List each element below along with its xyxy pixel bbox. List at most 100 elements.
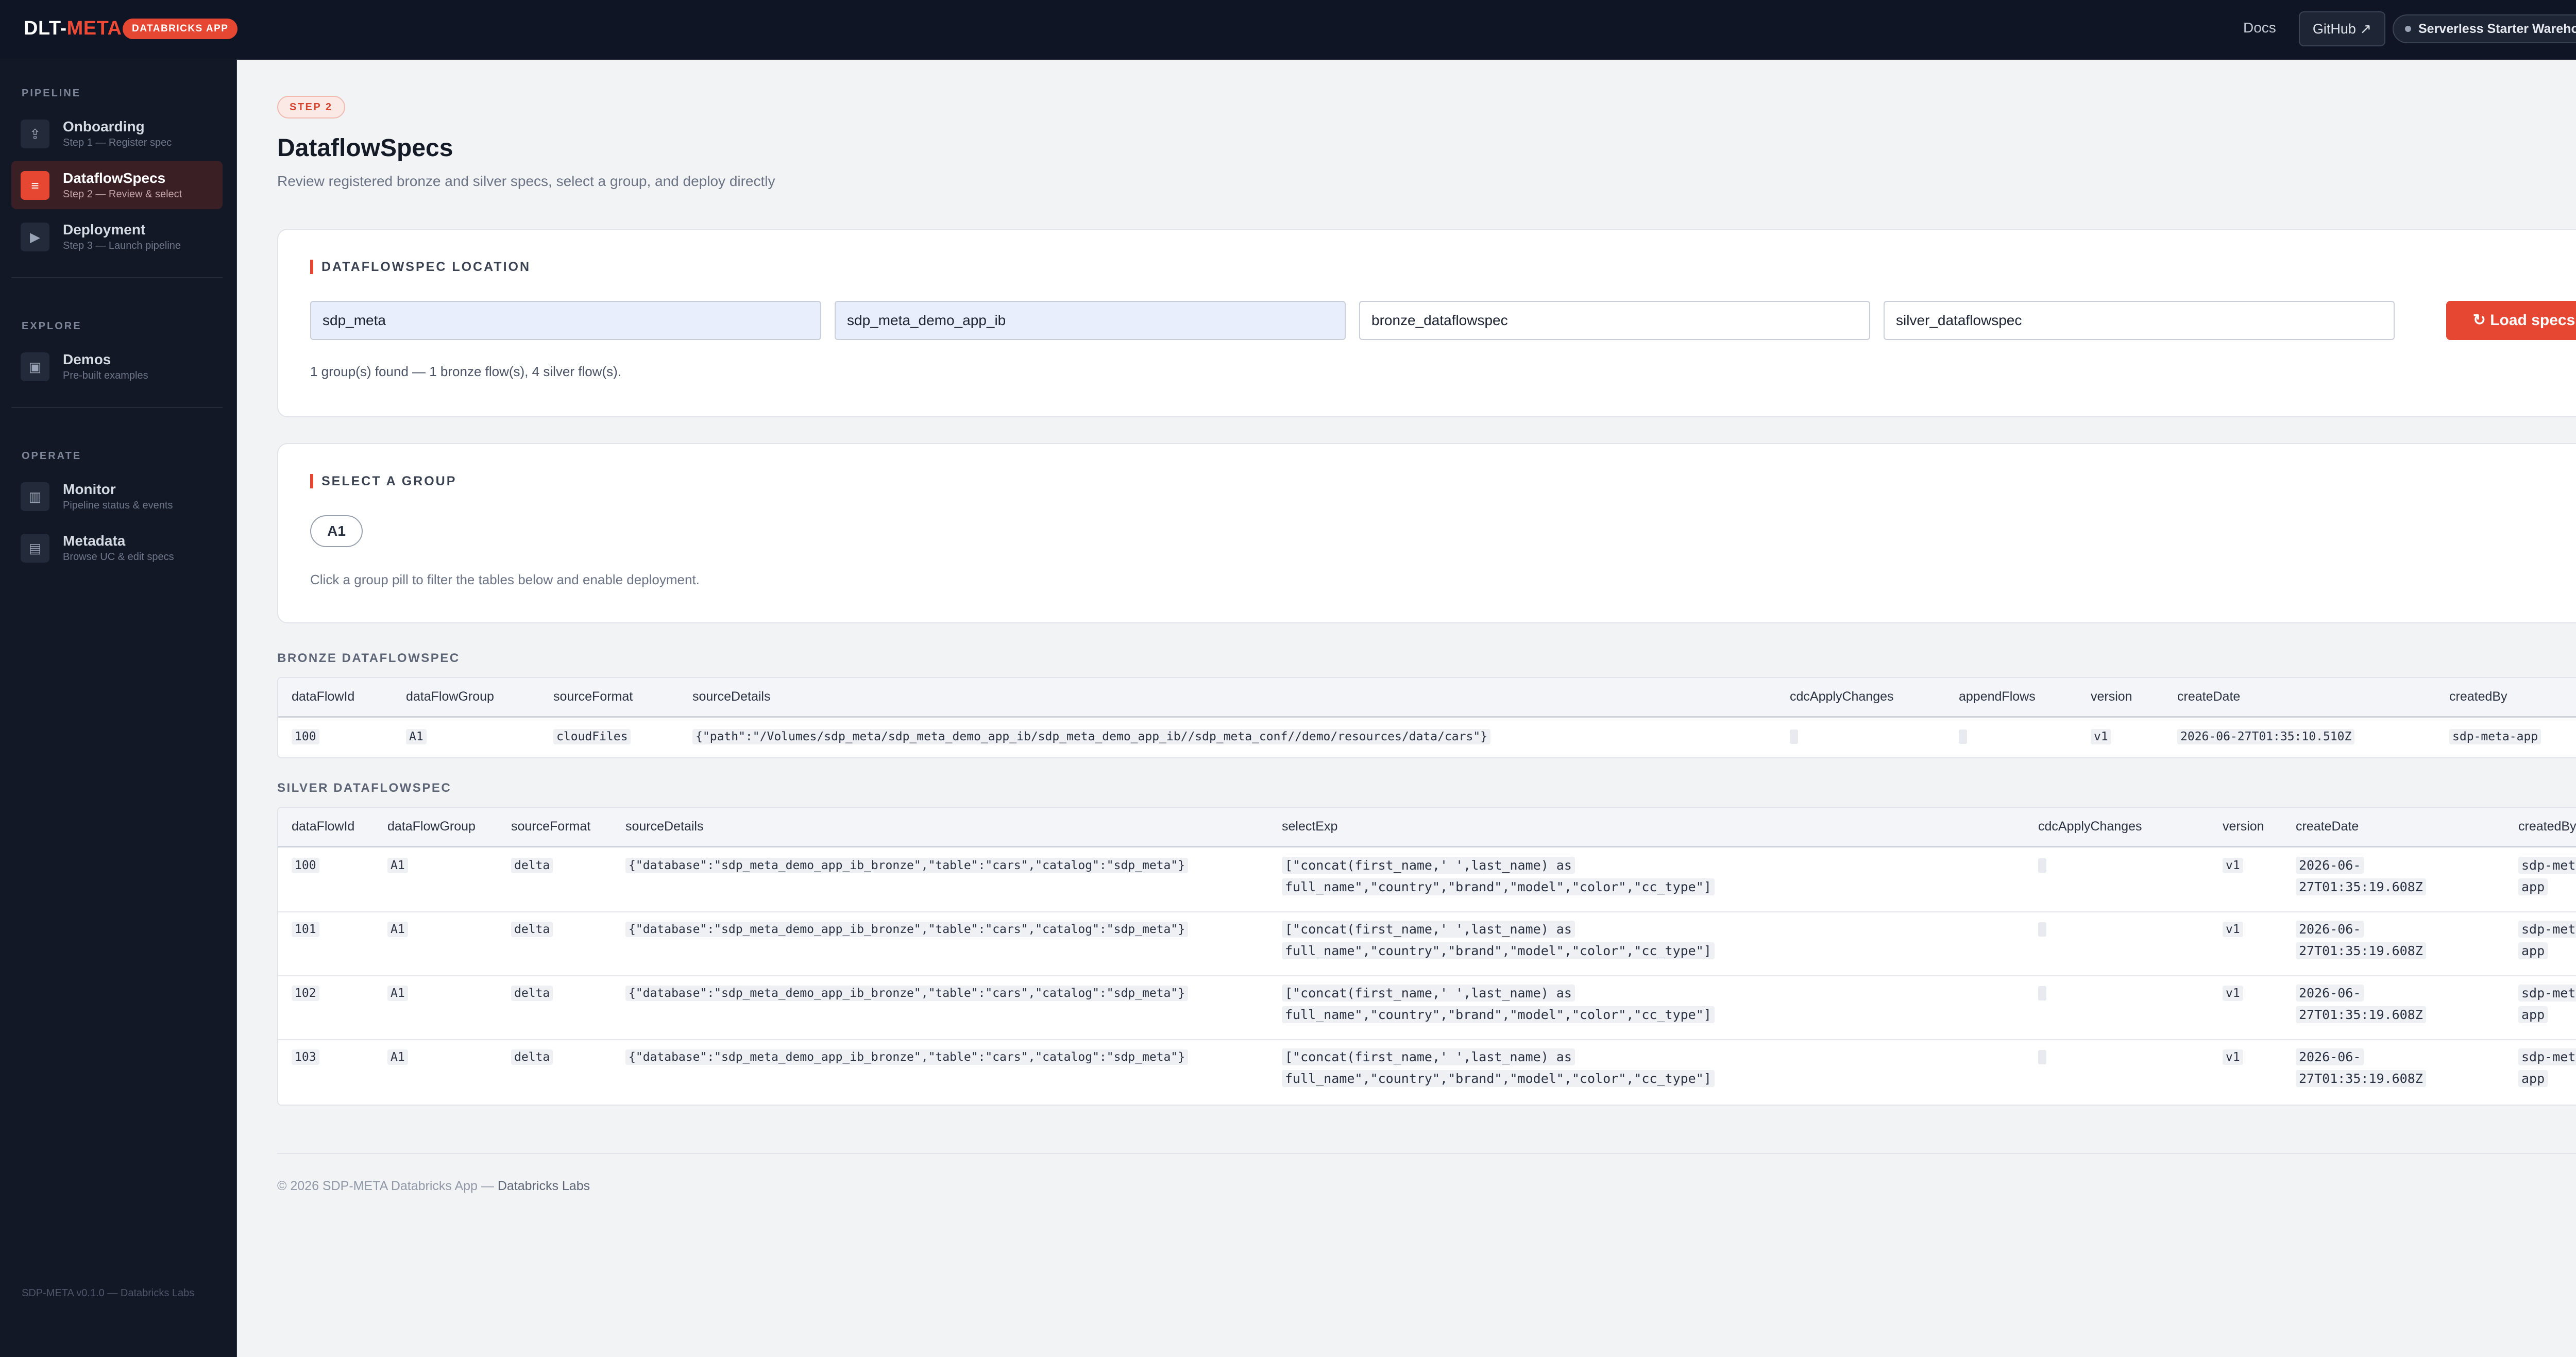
- warehouse-label: Serverless Starter Warehouse: [2418, 22, 2576, 36]
- cell-value-line2: 27T01:35:19.608Z: [2296, 1006, 2426, 1023]
- table-row[interactable]: 100 A1 cloudFiles {"path":"/Volumes/sdp_…: [278, 718, 2576, 757]
- cell-value-line1: 2026-06-: [2296, 1048, 2364, 1065]
- catalog-input[interactable]: sdp_meta: [310, 301, 821, 340]
- cell-value-line2: app: [2518, 942, 2548, 959]
- schema-input[interactable]: sdp_meta_demo_app_ib: [835, 301, 1346, 340]
- silver-table-input[interactable]: silver_dataflowspec: [1884, 301, 2395, 340]
- cell-sourcedetails: {"path":"/Volumes/sdp_meta/sdp_meta_demo…: [692, 729, 1491, 744]
- cell-createdate: 2026-06- 27T01:35:19.608Z: [2296, 1046, 2426, 1090]
- empty-value: [2038, 922, 2046, 937]
- upload-icon: ⇪: [21, 120, 49, 148]
- table-row[interactable]: 103 A1 delta {"database":"sdp_meta_demo_…: [278, 1039, 2576, 1103]
- column-header[interactable]: createdBy: [2518, 819, 2576, 834]
- column-header[interactable]: sourceDetails: [692, 689, 770, 704]
- dataflowspec-location-card: DATAFLOWSPEC LOCATION sdp_meta sdp_meta_…: [277, 229, 2576, 417]
- cell-value-line1: 2026-06-: [2296, 985, 2364, 1002]
- app-logo[interactable]: DLT-META: [24, 18, 122, 40]
- column-header[interactable]: sourceFormat: [553, 689, 633, 704]
- load-status-text: 1 group(s) found — 1 bronze flow(s), 4 s…: [310, 364, 621, 379]
- page-footer: © 2026 SDP-META Databricks App — Databri…: [277, 1179, 590, 1194]
- cell-value-line2: 27T01:35:19.608Z: [2296, 878, 2426, 895]
- cell-value: delta: [511, 1049, 553, 1065]
- cell-value: v1: [2223, 922, 2243, 937]
- cell-value: {"database":"sdp_meta_demo_app_ib_bronze…: [625, 1049, 1189, 1065]
- cell-value: {"path":"/Volumes/sdp_meta/sdp_meta_demo…: [692, 729, 1491, 744]
- cell-dataflowgroup: A1: [406, 729, 427, 744]
- table-row[interactable]: 102 A1 delta {"database":"sdp_meta_demo_…: [278, 975, 2576, 1040]
- sidebar-item-monitor[interactable]: ▥ Monitor Pipeline status & events: [11, 472, 223, 520]
- cell-dataflowid: 100: [292, 729, 319, 744]
- table-row[interactable]: 100 A1 delta {"database":"sdp_meta_demo_…: [278, 847, 2576, 912]
- cell-createdby: sdp-meta-app: [2449, 729, 2541, 744]
- cell-dataflowid: 100: [292, 858, 319, 873]
- bronze-table: dataFlowId dataFlowGroup sourceFormat so…: [277, 677, 2576, 758]
- sidebar-item-subtitle: Step 3 — Launch pipeline: [63, 240, 181, 251]
- column-header[interactable]: version: [2091, 689, 2132, 704]
- sidebar-item-subtitle: Browse UC & edit specs: [63, 551, 174, 563]
- load-specs-button[interactable]: ↻ Load specs: [2446, 301, 2576, 340]
- column-header[interactable]: createDate: [2296, 819, 2359, 834]
- bronze-section-label: BRONZE DATAFLOWSPEC: [277, 651, 460, 665]
- cell-cdcapplychanges: [1790, 729, 1798, 744]
- github-button[interactable]: GitHub ↗: [2299, 11, 2385, 46]
- sidebar-item-demos[interactable]: ▣ Demos Pre-built examples: [11, 342, 223, 391]
- column-header[interactable]: dataFlowId: [292, 819, 354, 834]
- brand-accent: META: [66, 18, 122, 39]
- column-header[interactable]: createDate: [2177, 689, 2240, 704]
- sidebar-item-title: Onboarding: [63, 118, 145, 134]
- empty-value: [1959, 730, 1967, 744]
- sidebar-item-subtitle: Step 2 — Review & select: [63, 189, 182, 200]
- cell-value: v1: [2223, 986, 2243, 1001]
- sidebar-item-title: Demos: [63, 351, 111, 367]
- group-pill-a1[interactable]: A1: [310, 515, 363, 547]
- sidebar-item-metadata[interactable]: ▤ Metadata Browse UC & edit specs: [11, 523, 223, 572]
- cell-value-line1: 2026-06-: [2296, 921, 2364, 938]
- cell-value: delta: [511, 922, 553, 937]
- page-subtitle: Review registered bronze and silver spec…: [277, 173, 775, 189]
- cell-version: v1: [2223, 1049, 2243, 1065]
- column-header[interactable]: appendFlows: [1959, 689, 2036, 704]
- cell-value: A1: [387, 922, 408, 937]
- sidebar-item-onboarding[interactable]: ⇪ Onboarding Step 1 — Register spec: [11, 109, 223, 158]
- cell-value: 101: [292, 922, 319, 937]
- column-header[interactable]: createdBy: [2449, 689, 2507, 704]
- cell-dataflowgroup: A1: [387, 858, 408, 873]
- column-header[interactable]: selectExp: [1282, 819, 1337, 834]
- column-header[interactable]: version: [2223, 819, 2264, 834]
- cell-value-line2: 27T01:35:19.608Z: [2296, 1070, 2426, 1087]
- cell-createdate: 2026-06- 27T01:35:19.608Z: [2296, 919, 2426, 962]
- cell-value: delta: [511, 986, 553, 1001]
- sidebar-item-deployment[interactable]: ▶ Deployment Step 3 — Launch pipeline: [11, 212, 223, 261]
- column-header[interactable]: sourceDetails: [625, 819, 703, 834]
- column-header[interactable]: dataFlowGroup: [387, 819, 476, 834]
- column-header[interactable]: dataFlowId: [292, 689, 354, 704]
- column-header[interactable]: dataFlowGroup: [406, 689, 494, 704]
- cell-dataflowgroup: A1: [387, 986, 408, 1001]
- footer-copyright: © 2026 SDP-META Databricks App —: [277, 1179, 498, 1193]
- cell-value: delta: [511, 858, 553, 873]
- sidebar-section-operate: OPERATE: [22, 450, 82, 462]
- cell-value-line2: full_name","country","brand","model","co…: [1282, 942, 1715, 959]
- cell-cdcapplychanges: [2038, 922, 2046, 937]
- cell-value: {"database":"sdp_meta_demo_app_ib_bronze…: [625, 922, 1189, 937]
- sidebar-item-subtitle: Pre-built examples: [63, 370, 148, 381]
- status-dot-icon: [2405, 26, 2411, 32]
- sidebar-item-subtitle: Pipeline status & events: [63, 500, 173, 511]
- cell-value-line1: ["concat(first_name,' ',last_name) as: [1282, 921, 1575, 938]
- cell-version: v1: [2223, 922, 2243, 937]
- cell-value: 100: [292, 858, 319, 873]
- table-row[interactable]: 101 A1 delta {"database":"sdp_meta_demo_…: [278, 911, 2576, 976]
- empty-value: [2038, 1050, 2046, 1065]
- sidebar-item-dataflowspecs[interactable]: ≡ DataflowSpecs Step 2 — Review & select: [11, 161, 223, 209]
- bronze-table-input[interactable]: bronze_dataflowspec: [1359, 301, 1870, 340]
- cell-selectexp: ["concat(first_name,' ',last_name) as ful…: [1282, 855, 1715, 898]
- document-icon: ▤: [21, 534, 49, 563]
- footer-link[interactable]: Databricks Labs: [498, 1179, 590, 1193]
- warehouse-selector[interactable]: Serverless Starter Warehouse: [2393, 14, 2576, 43]
- column-header[interactable]: sourceFormat: [511, 819, 590, 834]
- cell-value-line2: full_name","country","brand","model","co…: [1282, 878, 1715, 895]
- docs-link[interactable]: Docs: [2243, 20, 2276, 36]
- column-header[interactable]: cdcApplyChanges: [1790, 689, 1894, 704]
- cell-value-line2: app: [2518, 1006, 2548, 1023]
- column-header[interactable]: cdcApplyChanges: [2038, 819, 2142, 834]
